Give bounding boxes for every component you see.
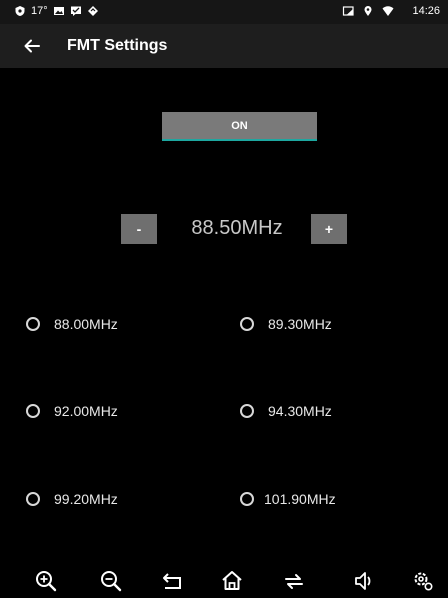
preset-option[interactable]: 94.30MHz	[240, 398, 332, 424]
radio-button[interactable]	[26, 404, 40, 418]
radio-button[interactable]	[240, 317, 254, 331]
preset-label: 88.00MHz	[54, 316, 118, 332]
arrow-left-icon	[20, 34, 44, 58]
status-bar: 17° 14:26	[0, 0, 448, 24]
app-bar: FMT Settings	[0, 24, 448, 68]
home-icon	[219, 568, 245, 594]
shield-icon	[14, 5, 26, 17]
frequency-display: 88.50MHz	[191, 217, 283, 239]
page-title: FMT Settings	[67, 37, 168, 54]
preset-label: 89.30MHz	[268, 316, 332, 332]
radio-button[interactable]	[26, 317, 40, 331]
back-button[interactable]	[20, 34, 44, 58]
switch-apps-button[interactable]	[281, 568, 307, 594]
volume-button[interactable]	[351, 568, 377, 594]
radio-button[interactable]	[26, 492, 40, 506]
zoom-in-icon	[33, 568, 59, 594]
navigation-bar	[0, 562, 448, 598]
home-button[interactable]	[219, 568, 245, 594]
settings-button[interactable]	[410, 568, 436, 594]
frequency-increase-button[interactable]: +	[311, 214, 347, 244]
status-right: 14:26	[342, 5, 440, 17]
wifi-icon	[382, 5, 394, 17]
zoom-in-button[interactable]	[33, 568, 59, 594]
location-icon	[362, 5, 374, 17]
zoom-out-button[interactable]	[98, 568, 124, 594]
message-icon	[70, 5, 82, 17]
switch-icon	[281, 568, 307, 594]
transmitter-toggle-button[interactable]: ON	[162, 112, 317, 141]
preset-option[interactable]: 92.00MHz	[26, 398, 118, 424]
preset-option[interactable]: 89.30MHz	[240, 311, 332, 337]
preset-label: 92.00MHz	[54, 403, 118, 419]
radio-button[interactable]	[240, 404, 254, 418]
status-left: 17°	[14, 5, 99, 17]
clock: 14:26	[412, 5, 440, 17]
preset-option[interactable]: 101.90MHz	[240, 486, 336, 512]
diamond-icon	[87, 5, 99, 17]
image-icon	[53, 5, 65, 17]
temperature: 17°	[31, 5, 48, 17]
radio-button[interactable]	[240, 492, 254, 506]
nav-back-button[interactable]	[159, 568, 185, 594]
preset-label: 94.30MHz	[268, 403, 332, 419]
cast-icon	[342, 5, 355, 17]
zoom-out-icon	[98, 568, 124, 594]
preset-label: 101.90MHz	[264, 491, 336, 507]
frequency-decrease-button[interactable]: -	[121, 214, 157, 244]
settings-icon	[410, 568, 436, 594]
preset-option[interactable]: 99.20MHz	[26, 486, 118, 512]
preset-option[interactable]: 88.00MHz	[26, 311, 118, 337]
volume-icon	[351, 568, 377, 594]
preset-label: 99.20MHz	[54, 491, 118, 507]
back-icon	[159, 568, 185, 594]
